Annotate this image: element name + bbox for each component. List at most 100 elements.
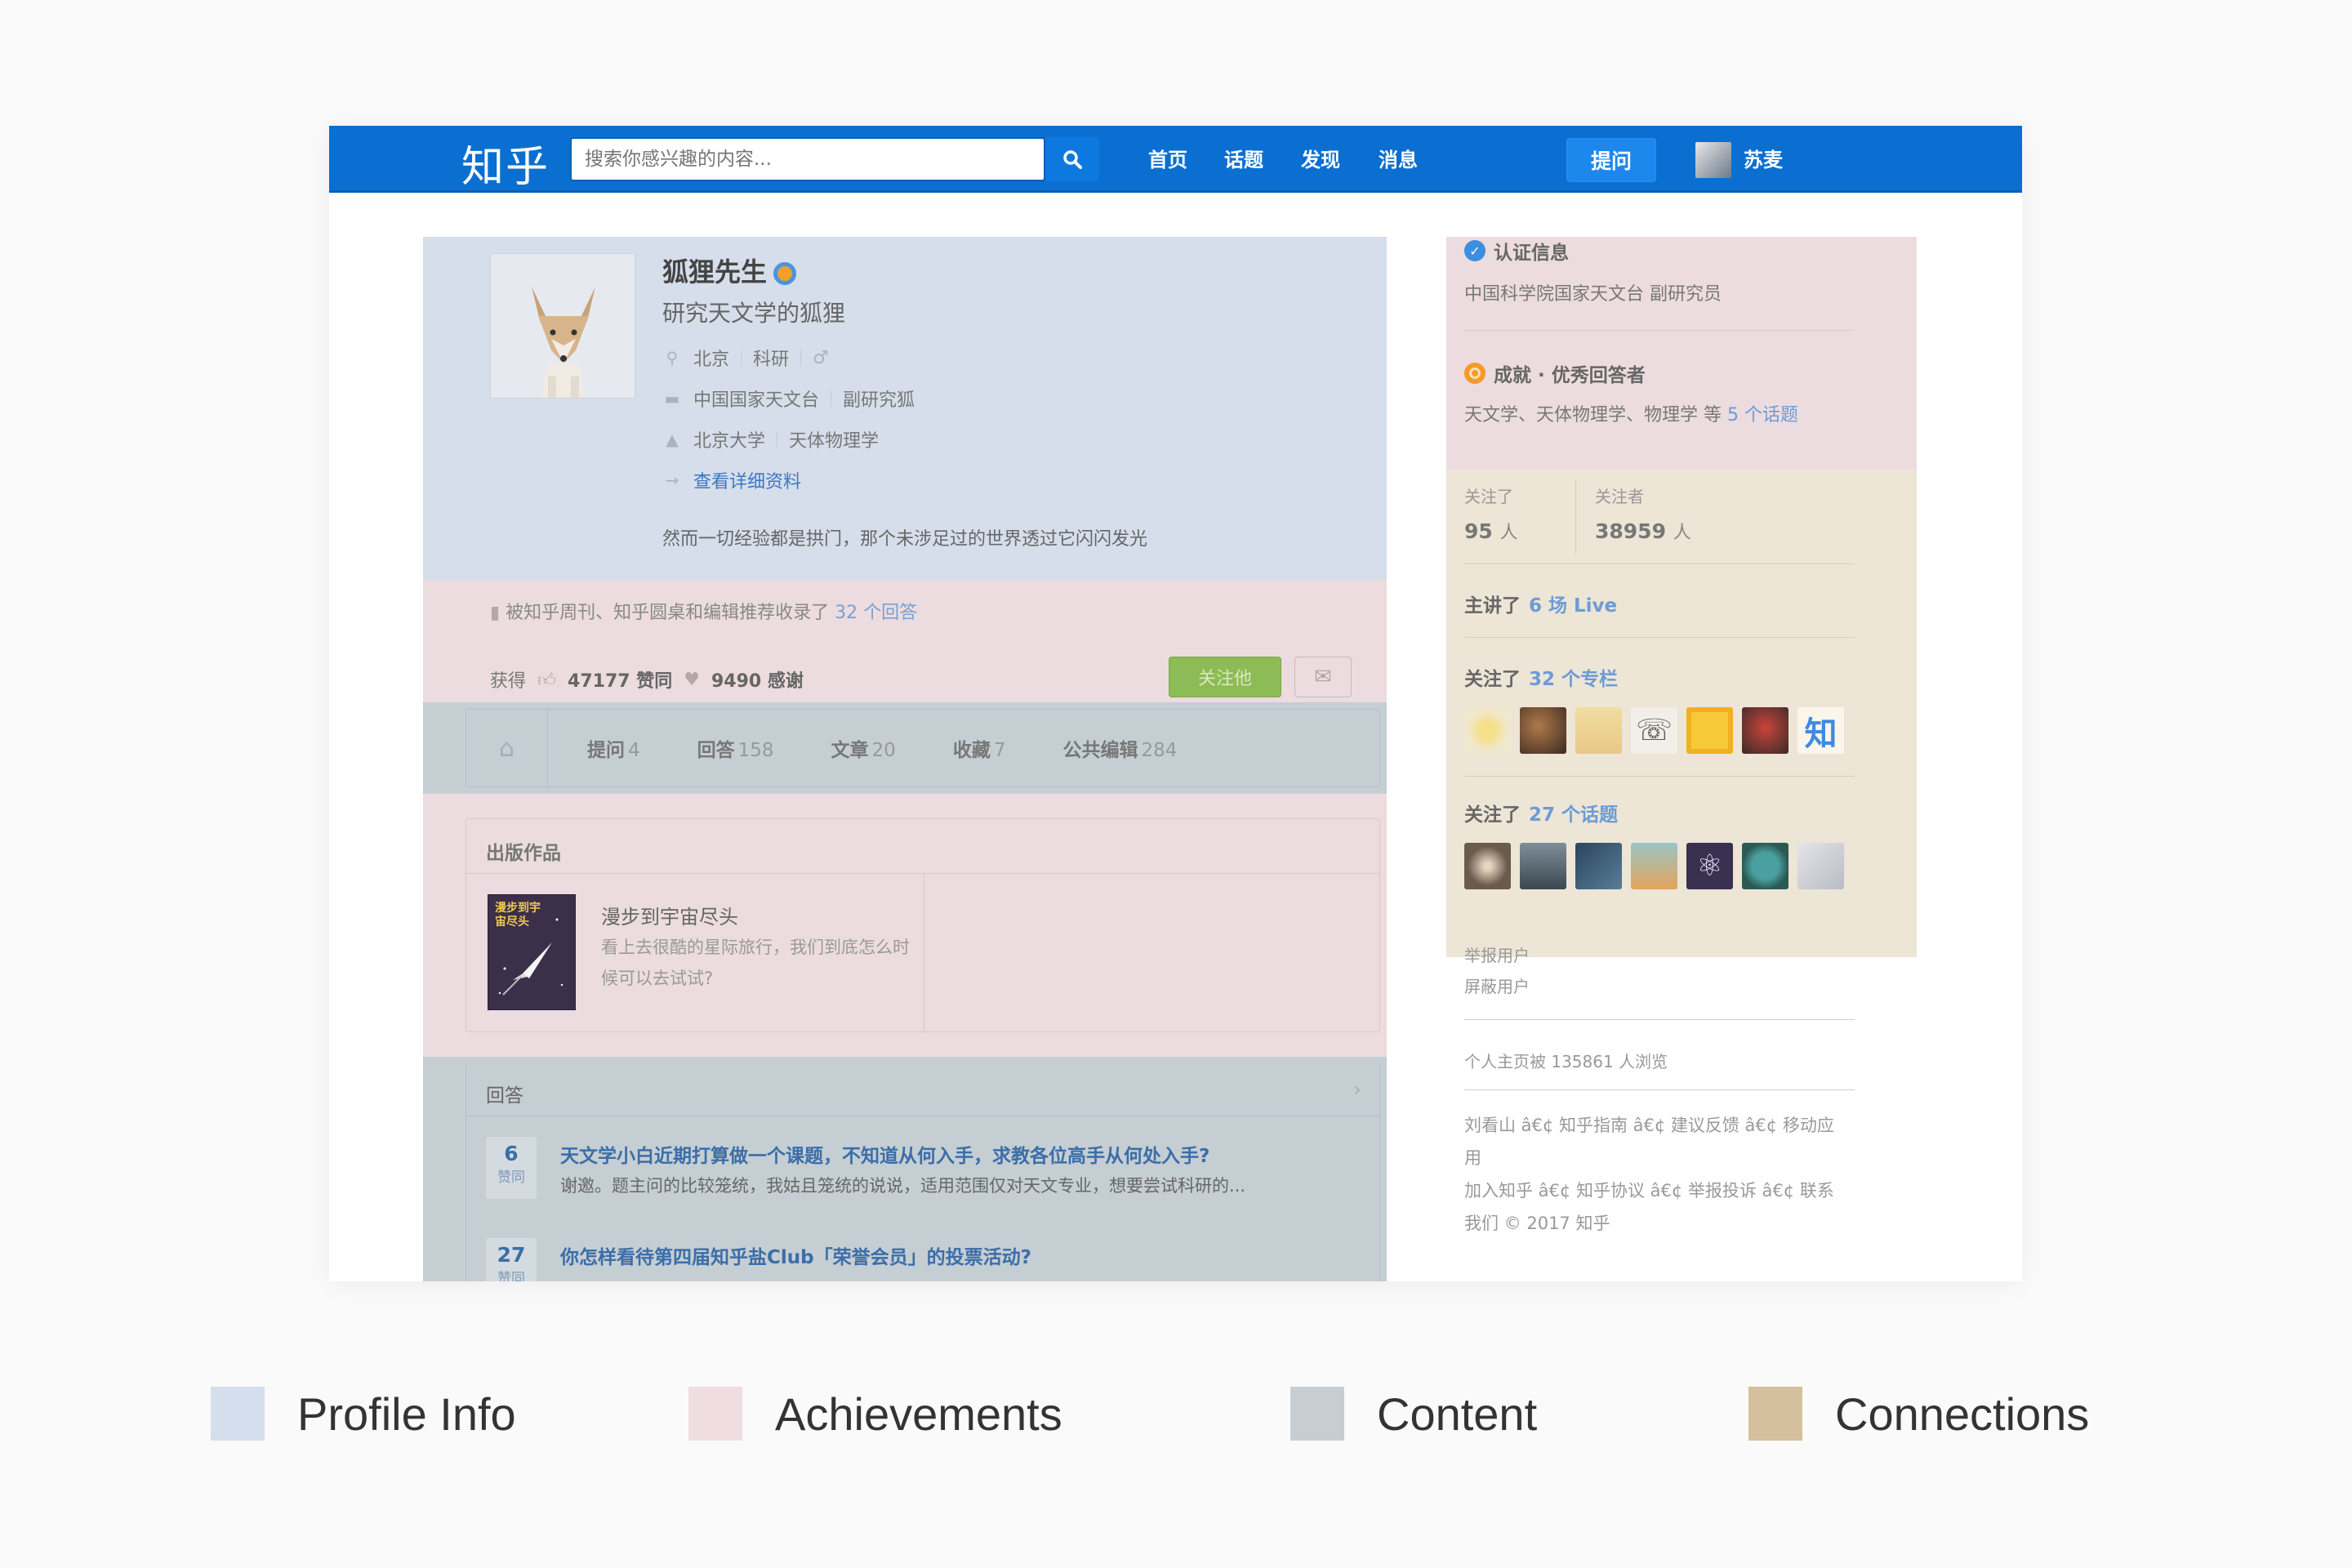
nav-home[interactable]: 首页 xyxy=(1148,144,1187,172)
tab-articles[interactable]: 文章 20 xyxy=(831,734,896,762)
followed-columns-row: ☏ 知 xyxy=(1464,707,1844,754)
certification-text: 中国科学院国家天文台 副研究员 xyxy=(1464,284,1722,305)
nav-messages[interactable]: 消息 xyxy=(1379,144,1418,172)
tab-label: 收藏 xyxy=(952,740,991,761)
live-link[interactable]: 6 场 Live xyxy=(1529,590,1617,617)
legend-swatch xyxy=(1748,1387,1802,1441)
column-thumbnail[interactable] xyxy=(1742,707,1788,754)
column-sun-icon[interactable] xyxy=(1464,707,1511,754)
followers-number: 38959 xyxy=(1595,519,1666,543)
footer-links-line2[interactable]: 加入知乎 â€¢ 知乎协议 â€¢ 举报投诉 â€¢ 联系我们 © 2017 知… xyxy=(1464,1174,1848,1240)
book-title[interactable]: 漫步到宇宙尽头 xyxy=(601,901,738,929)
following-count[interactable]: 95 人 xyxy=(1464,518,1518,544)
position-text: 副研究狐 xyxy=(843,390,915,411)
zhihu-logo[interactable]: 知乎 xyxy=(461,132,550,194)
chevron-right-icon[interactable]: › xyxy=(1353,1078,1361,1101)
profile-location-row: ⚲ 北京 科研 ♂ xyxy=(662,345,829,371)
likes-count: 47177 赞同 xyxy=(568,671,673,692)
legend-item-achievements: Achievements xyxy=(688,1387,1062,1441)
profile-headline: 研究天文学的狐狸 xyxy=(662,300,846,327)
home-icon: ⌂ xyxy=(498,733,515,763)
vote-label: 赞同 xyxy=(497,1271,525,1281)
answer-question-title[interactable]: 天文学小白近期打算做一个课题，不知道从何入手，求教各位高手从何处入手? xyxy=(560,1140,1209,1168)
certification-heading: ✓ 认证信息 xyxy=(1464,237,1569,265)
achievement-text: 天文学、天体物理学、物理学 等 5 个话题 xyxy=(1464,400,1798,426)
tab-answers[interactable]: 回答 158 xyxy=(697,734,774,762)
answers-title: 回答 xyxy=(486,1085,523,1107)
legend-item-profile-info: Profile Info xyxy=(211,1387,516,1441)
topic-thumbnail[interactable] xyxy=(1631,843,1677,889)
message-button[interactable]: ✉ xyxy=(1294,657,1352,697)
verified-check-icon: ✓ xyxy=(1464,240,1486,261)
profile-avatar xyxy=(490,253,635,399)
achievement-topics-link[interactable]: 5 个话题 xyxy=(1727,405,1798,425)
vote-count-box[interactable]: 27 赞同 xyxy=(486,1238,537,1281)
location-pin-icon: ⚲ xyxy=(666,348,679,368)
column-thumbnail[interactable] xyxy=(1686,707,1733,754)
topic-atom-icon[interactable]: ⚛ xyxy=(1686,843,1733,889)
search-box[interactable] xyxy=(570,137,1045,181)
recommend-link[interactable]: 32 个回答 xyxy=(835,603,917,623)
topic-thumbnail[interactable] xyxy=(1742,843,1788,889)
vote-count-box[interactable]: 6 赞同 xyxy=(486,1137,537,1199)
topics-line: 关注了 27 个话题 xyxy=(1464,799,1618,826)
stats-line: 获得 👍︎ 47177 赞同 ♥ 9490 感谢 xyxy=(490,666,804,693)
topics-link[interactable]: 27 个话题 xyxy=(1529,799,1618,826)
tab-questions[interactable]: 提问 4 xyxy=(587,734,640,762)
report-user-link[interactable]: 举报用户 xyxy=(1464,942,1530,966)
columns-link[interactable]: 32 个专栏 xyxy=(1529,663,1618,691)
topic-thumbnail[interactable] xyxy=(1520,843,1566,889)
location-text: 北京 xyxy=(693,350,730,370)
screenshot-window: 知乎 首页 话题 发现 消息 提问 苏麦 xyxy=(329,126,2022,1281)
people-unit: 人 xyxy=(1499,523,1518,543)
nav-explore[interactable]: 发现 xyxy=(1301,144,1340,172)
achievements-overlay-sidebar xyxy=(1446,237,1917,470)
recommend-text: 被知乎周刊、知乎圆桌和编辑推荐收录了 xyxy=(506,603,830,623)
tab-home[interactable]: ⌂ xyxy=(466,710,548,786)
follow-button[interactable]: 关注他 xyxy=(1169,657,1281,697)
ask-question-button[interactable]: 提问 xyxy=(1566,138,1656,182)
user-name[interactable]: 苏麦 xyxy=(1744,144,1783,172)
profile-name: 狐狸先生 xyxy=(662,252,797,289)
achievement-heading: 成就 · 优秀回答者 xyxy=(1464,359,1646,387)
book-cover[interactable]: 漫步到宇宙尽头 xyxy=(488,894,576,1010)
tab-label: 提问 xyxy=(587,740,625,761)
divider xyxy=(800,350,802,366)
user-avatar[interactable] xyxy=(1695,142,1731,178)
tab-collections[interactable]: 收藏 7 xyxy=(953,734,1006,762)
answer-excerpt[interactable]: 谢邀。题主问的比较笼统，我姑且笼统的说说，适用范围仅对天文专业，想要尝试科研的.… xyxy=(560,1173,1245,1197)
profile-detail-row: → 查看详细资料 xyxy=(662,467,801,493)
topic-thumbnail[interactable] xyxy=(1464,843,1511,889)
topics-prefix: 关注了 xyxy=(1464,804,1521,826)
topic-thumbnail[interactable] xyxy=(1797,843,1844,889)
answer-question-title[interactable]: 你怎样看待第四届知乎盐Club「荣誉会员」的投票活动? xyxy=(560,1241,1031,1269)
search-input[interactable] xyxy=(572,139,1044,180)
block-user-link[interactable]: 屏蔽用户 xyxy=(1464,973,1530,997)
tab-count: 284 xyxy=(1141,740,1178,761)
legend-swatch xyxy=(211,1387,265,1441)
tab-public-edits[interactable]: 公共编辑 284 xyxy=(1062,734,1177,762)
legend-swatch xyxy=(688,1387,742,1441)
tab-count: 4 xyxy=(628,740,640,761)
followers-label: 关注者 xyxy=(1595,487,1644,506)
achievement-badge-icon xyxy=(1464,363,1486,384)
nav-topics[interactable]: 话题 xyxy=(1224,144,1263,172)
tab-count: 7 xyxy=(993,740,1006,761)
answers-card: 回答 › 6 赞同 天文学小白近期打算做一个课题，不知道从何入手，求教各位高手从… xyxy=(466,1065,1380,1281)
topic-thumbnail[interactable] xyxy=(1575,843,1622,889)
column-zhihu-icon[interactable]: 知 xyxy=(1797,707,1844,754)
footer-links-line1[interactable]: 刘看山 â€¢ 知乎指南 â€¢ 建议反馈 â€¢ 移动应用 xyxy=(1464,1109,1848,1174)
divider xyxy=(1464,776,1855,777)
column-thumbnail[interactable] xyxy=(1520,707,1566,754)
column-thumbnail[interactable] xyxy=(1575,707,1622,754)
followers-count[interactable]: 38959 人 xyxy=(1595,518,1691,544)
search-button[interactable] xyxy=(1045,137,1099,181)
divider xyxy=(1464,1019,1855,1020)
divider xyxy=(1464,637,1855,638)
publications-title: 出版作品 xyxy=(486,843,561,864)
column-phone-icon[interactable]: ☏ xyxy=(1631,707,1677,754)
profile-main-column: 狐狸先生 研究天文学的狐狸 ⚲ 北京 科研 ♂ ▬ 中国国家天文台 副研究狐 ▲… xyxy=(423,237,1387,1281)
thumbs-up-icon: 👍︎ xyxy=(537,670,557,691)
view-details-link[interactable]: 查看详细资料 xyxy=(693,467,801,493)
following-label: 关注了 xyxy=(1464,487,1513,506)
